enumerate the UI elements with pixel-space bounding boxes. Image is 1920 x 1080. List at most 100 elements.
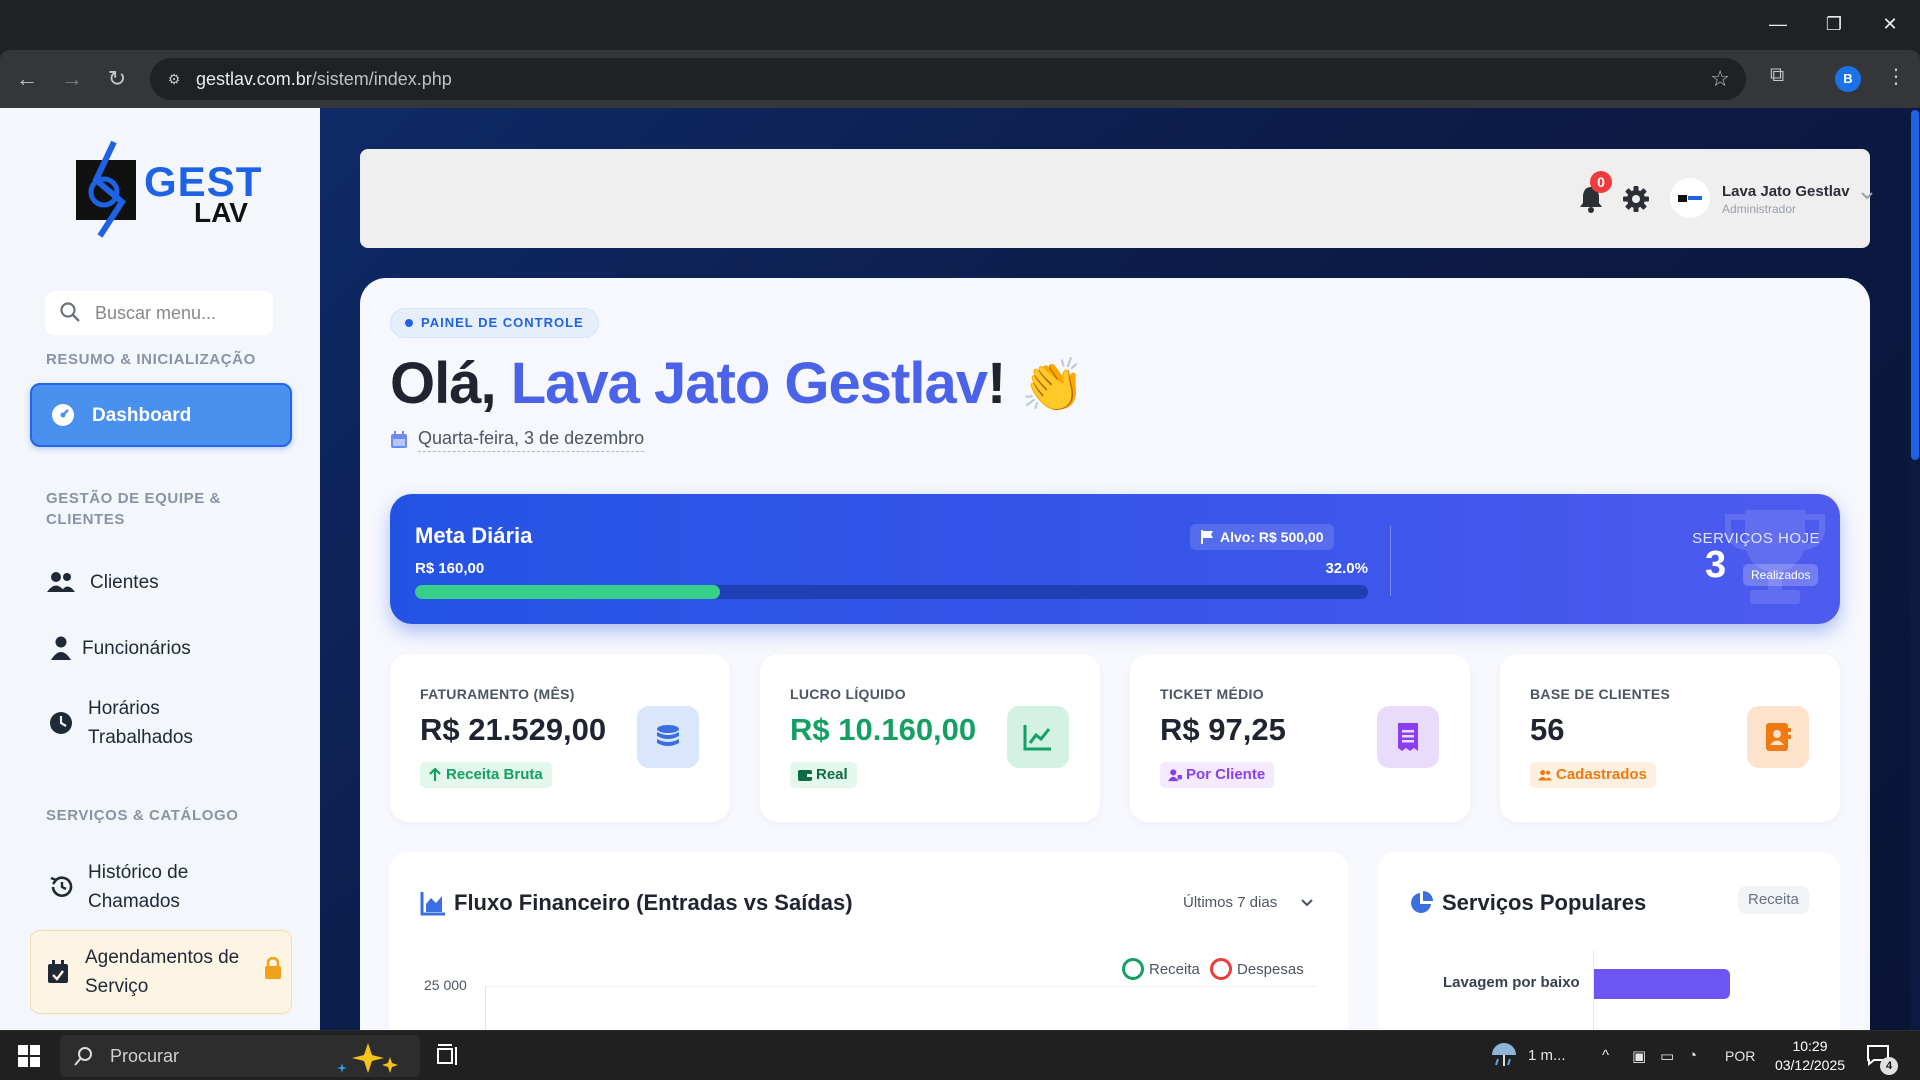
services-today-badge: Realizados [1743, 564, 1819, 586]
stat-label: FATURAMENTO (MÊS) [420, 686, 575, 702]
stat-card-ticket: TICKET MÉDIO R$ 97,25 Por Cliente [1130, 654, 1470, 822]
stat-label: BASE DE CLIENTES [1530, 686, 1671, 702]
receipt-icon [1377, 706, 1439, 768]
page-title: Olá, Lava Jato Gestlav! 👏 [390, 351, 1085, 416]
sidebar-item-label: Dashboard [92, 404, 192, 426]
avatar[interactable] [1670, 178, 1710, 218]
popular-metric-badge[interactable]: Receita [1738, 886, 1809, 914]
sidebar-item-horarios[interactable]: Horários Trabalhados [30, 690, 292, 756]
url-text[interactable]: gestlav.com.br/sistem/index.php [196, 69, 452, 90]
legend-income-marker [1122, 958, 1144, 980]
stat-value: R$ 21.529,00 [420, 712, 607, 747]
section-servicos: SERVIÇOS & CATÁLOGO [46, 807, 239, 824]
extensions-icon[interactable]: ⧉ [1770, 64, 1784, 87]
legend-income[interactable]: Receita [1122, 958, 1200, 980]
user-tag-icon [1168, 769, 1182, 782]
chevron-down-icon[interactable] [1300, 896, 1314, 910]
taskbar-search[interactable]: Procurar [60, 1035, 420, 1077]
stat-label: TICKET MÉDIO [1160, 686, 1264, 702]
user-name[interactable]: Lava Jato Gestlav [1722, 183, 1850, 200]
chevron-up-icon[interactable]: ^ [1602, 1047, 1609, 1064]
language-indicator[interactable]: POR [1725, 1048, 1755, 1064]
section-pill: PAINEL DE CONTROLE [390, 308, 599, 338]
user-tie-icon [46, 633, 76, 663]
gridline [485, 986, 1317, 987]
forward-icon[interactable]: → [57, 64, 87, 94]
windows-start-icon[interactable] [18, 1045, 40, 1067]
dashboard-card: PAINEL DE CONTROLE Olá, Lava Jato Gestla… [360, 278, 1870, 1030]
goal-divider [1390, 526, 1391, 596]
sidebar-item-agendamentos[interactable]: Agendamentos de Serviço [30, 930, 292, 1014]
task-view-icon[interactable] [436, 1043, 462, 1069]
gauge-icon [48, 400, 78, 430]
system-clock[interactable]: 10:29 03/12/2025 [1760, 1037, 1860, 1075]
users-icon [46, 567, 76, 597]
arrow-up-icon [429, 768, 441, 781]
gear-icon[interactable] [1622, 185, 1650, 213]
page-viewport: GEST LAV RESUMO & INICIALIZAÇÃO Dashboar… [0, 108, 1920, 1030]
goal-progress-track [415, 585, 1368, 599]
sidebar-item-dashboard[interactable]: Dashboard [30, 383, 292, 447]
flow-panel-title: Fluxo Financeiro (Entradas vs Saídas) [454, 890, 853, 915]
daily-goal-banner: Meta Diária R$ 160,00 Alvo: R$ 500,00 32… [390, 494, 1840, 624]
user-role: Administrador [1722, 202, 1797, 216]
goal-progress-fill [415, 585, 720, 599]
lock-icon [264, 956, 282, 988]
sidebar-item-label: Horários Trabalhados [88, 698, 193, 748]
chart-area-icon [420, 892, 445, 916]
top-header: 0 Lava Jato Gestlav Administrador [360, 149, 1873, 248]
meet-now-icon[interactable]: ▣ [1632, 1047, 1646, 1065]
sidebar-item-clientes[interactable]: Clientes [30, 560, 292, 604]
stat-card-revenue: FATURAMENTO (MÊS) R$ 21.529,00 Receita B… [390, 654, 730, 822]
page-scrollbar[interactable] [1910, 108, 1920, 1030]
popular-panel-title: Serviços Populares [1442, 890, 1647, 915]
reload-icon[interactable]: ↻ [102, 64, 132, 94]
popular-service-bar[interactable] [1594, 969, 1730, 999]
bookmark-star-icon[interactable]: ☆ [1710, 66, 1730, 92]
current-date: Quarta-feira, 3 de dezembro [390, 428, 645, 452]
menu-search-input[interactable] [95, 299, 265, 327]
sidebar-item-funcionarios[interactable]: Funcionários [30, 626, 292, 670]
weather-icon[interactable] [1490, 1041, 1518, 1073]
stat-label: LUCRO LÍQUIDO [790, 686, 906, 702]
browser-titlebar: — ❐ ✕ [0, 0, 1920, 48]
legend-expense[interactable]: Despesas [1210, 958, 1304, 980]
flag-icon [1201, 530, 1213, 544]
wallet-icon [798, 770, 812, 781]
minimize-icon[interactable]: — [1764, 10, 1792, 38]
users-icon [1538, 770, 1552, 781]
legend-expense-marker [1210, 958, 1232, 980]
browser-menu-icon[interactable]: ⋮ [1886, 64, 1906, 89]
profile-avatar[interactable]: B [1835, 66, 1861, 92]
stat-card-clients: BASE DE CLIENTES 56 Cadastrados [1500, 654, 1840, 822]
range-select[interactable]: Últimos 7 dias [1183, 894, 1277, 911]
address-bar[interactable]: ⚙ gestlav.com.br/sistem/index.php ☆ [150, 58, 1746, 100]
stat-chip: Cadastrados [1530, 762, 1656, 788]
sidebar-item-label: Funcionários [82, 637, 191, 659]
restore-icon[interactable]: ❐ [1820, 10, 1848, 38]
wifi-icon[interactable]: ◔ [1688, 1047, 1697, 1064]
sidebar: GEST LAV RESUMO & INICIALIZAÇÃO Dashboar… [0, 108, 320, 1030]
close-icon[interactable]: ✕ [1876, 10, 1904, 38]
gestlav-logo[interactable]: GEST LAV [74, 140, 261, 240]
battery-icon[interactable]: ▭ [1660, 1047, 1674, 1065]
stat-value: 56 [1530, 712, 1565, 747]
chart-line-icon [1007, 706, 1069, 768]
site-info-icon[interactable]: ⚙ [164, 69, 184, 89]
logo-mark-icon [76, 140, 136, 238]
main-area: 0 Lava Jato Gestlav Administrador PAINEL… [320, 108, 1910, 1030]
goal-current: R$ 160,00 [415, 560, 485, 577]
back-icon[interactable]: ← [12, 64, 42, 94]
menu-search[interactable] [45, 291, 273, 335]
search-icon [60, 302, 80, 322]
sidebar-item-historico[interactable]: Histórico de Chamados [30, 854, 292, 920]
logo-text-bottom: LAV [194, 197, 248, 228]
weather-text[interactable]: 1 m... [1528, 1047, 1566, 1064]
chevron-down-icon[interactable] [1860, 189, 1874, 203]
scrollbar-thumb[interactable] [1911, 110, 1919, 460]
notification-badge: 0 [1590, 171, 1612, 193]
goal-percent: 32.0% [1325, 560, 1368, 577]
notification-count-badge: 4 [1880, 1057, 1898, 1075]
sidebar-item-label: Agendamentos de Serviço [85, 947, 240, 997]
sparkles-icon [337, 1043, 398, 1073]
